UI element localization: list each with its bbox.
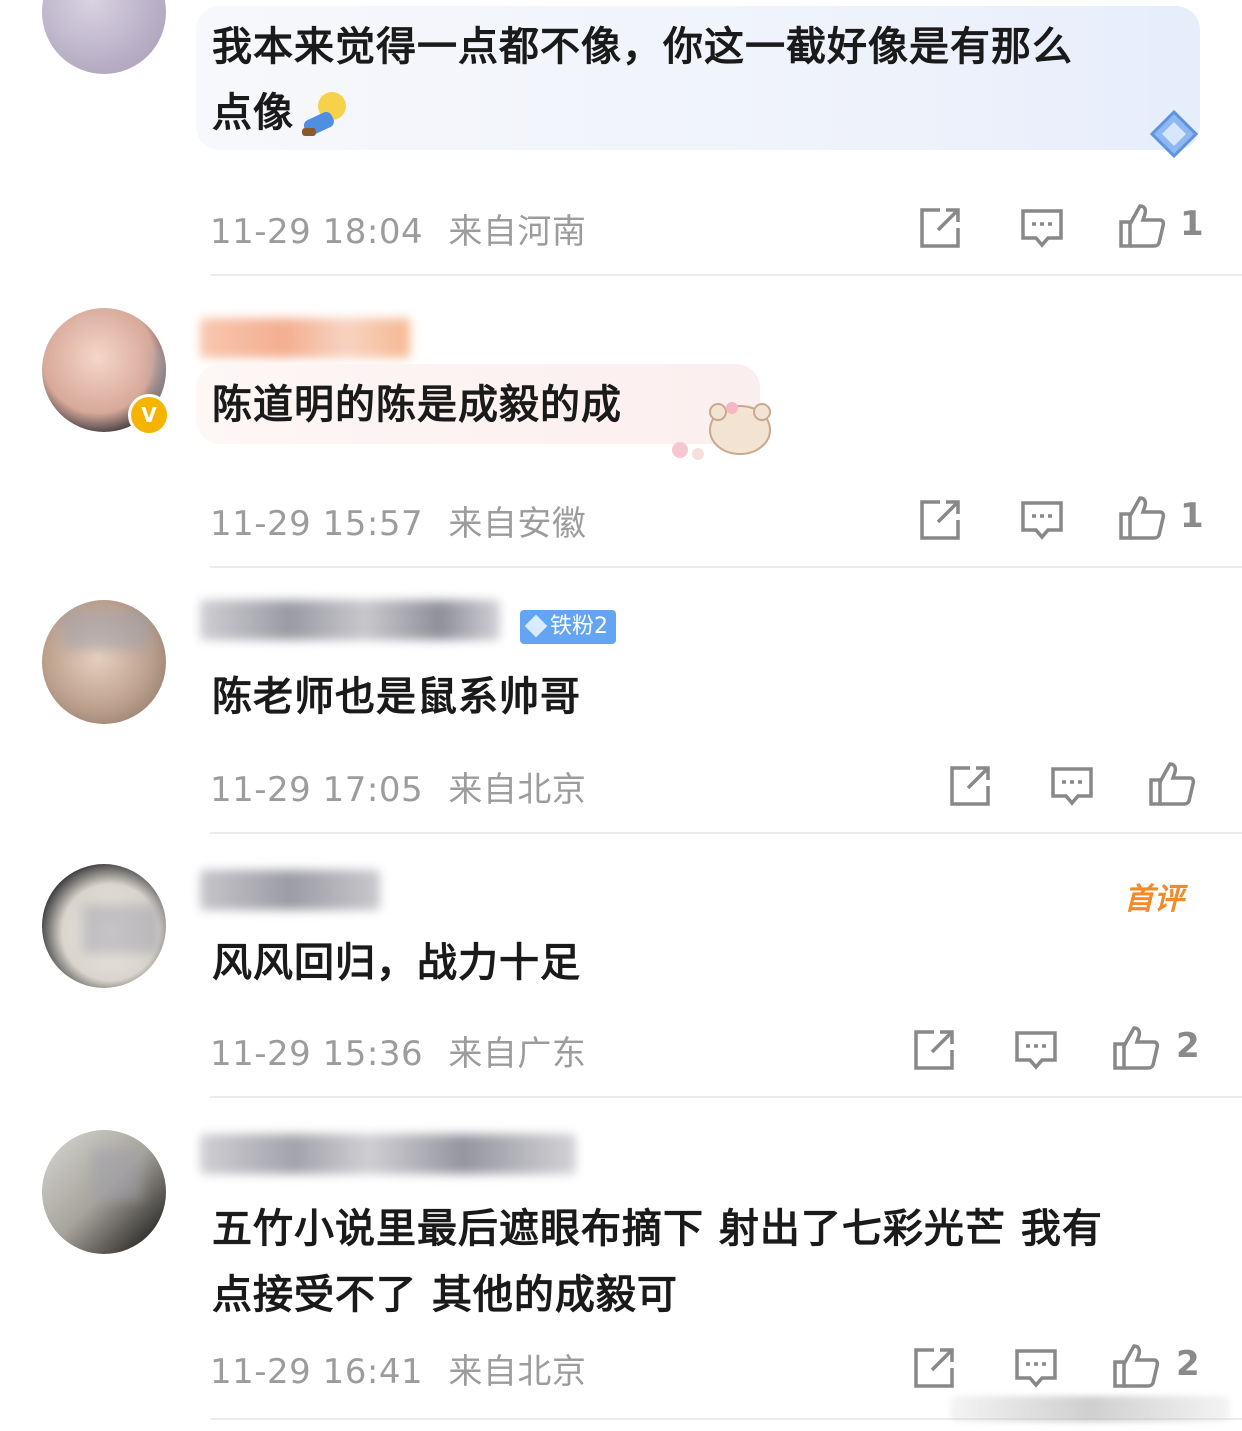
divider — [210, 566, 1242, 568]
fan-badge: 铁粉2 — [520, 610, 616, 644]
watermark-blurred — [950, 1396, 1230, 1422]
comment-location: 来自广东 — [448, 1034, 587, 1074]
share-icon[interactable] — [918, 498, 962, 542]
comment-text: 陈道明的陈是成毅的成 — [212, 382, 622, 428]
comment-text: 我本来觉得一点都不像，你这一截好像是有那么 点像 — [212, 14, 1073, 146]
comment-5: 五竹小说里最后遮眼布摘下 射出了七彩光芒 我有 点接受不了 其他的成毅可 11-… — [0, 1098, 1242, 1431]
comment-meta: 11-29 16:41 来自北京 — [210, 1344, 586, 1393]
comment-text: 风风回归，战力十足 — [212, 940, 581, 986]
comment-location: 来自北京 — [448, 770, 587, 810]
comment-icon[interactable] — [1014, 1028, 1058, 1072]
comment-icon[interactable] — [1050, 764, 1094, 808]
comment-1: 我本来觉得一点都不像，你这一截好像是有那么 点像 11-29 18:04 来自河… — [0, 0, 1242, 278]
comment-meta: 11-29 15:57 来自安徽 — [210, 496, 586, 545]
like-count: 2 — [1176, 1026, 1200, 1066]
comment-icon[interactable] — [1020, 206, 1064, 250]
diamond-icon — [524, 614, 548, 638]
comment-icon[interactable] — [1014, 1346, 1058, 1390]
thumbs-up-icon[interactable] — [1112, 1342, 1160, 1390]
comment-time: 11-29 16:41 — [210, 1352, 424, 1392]
comment-meta: 11-29 15:36 来自广东 — [210, 1026, 586, 1075]
comment-time: 11-29 18:04 — [210, 212, 424, 252]
diamond-decoration-icon — [1149, 109, 1199, 159]
avatar[interactable] — [42, 0, 166, 74]
sleeping-emoji-icon — [298, 88, 352, 142]
share-icon[interactable] — [912, 1346, 956, 1390]
comment-text: 五竹小说里最后遮眼布摘下 射出了七彩光芒 我有 点接受不了 其他的成毅可 — [212, 1206, 1103, 1318]
comment-location: 来自安徽 — [448, 504, 587, 544]
username-blurred[interactable] — [200, 600, 500, 640]
comment-time: 11-29 15:36 — [210, 1034, 424, 1074]
comment-location: 来自河南 — [448, 212, 587, 252]
avatar[interactable] — [42, 600, 166, 724]
username-blurred[interactable] — [200, 318, 410, 358]
share-icon[interactable] — [948, 764, 992, 808]
first-comment-badge: 首评 — [1124, 882, 1184, 917]
like-count: 1 — [1180, 204, 1204, 244]
username-blurred[interactable] — [200, 1134, 576, 1174]
avatar[interactable] — [42, 1130, 166, 1254]
comment-3: 铁粉2 陈老师也是鼠系帅哥 11-29 17:05 来自北京 — [0, 570, 1242, 834]
username-blurred[interactable] — [200, 870, 380, 910]
comment-icon[interactable] — [1020, 498, 1064, 542]
verified-badge-icon: V — [128, 394, 170, 436]
comment-text: 陈老师也是鼠系帅哥 — [212, 674, 581, 720]
comment-meta: 11-29 18:04 来自河南 — [210, 204, 586, 253]
share-icon[interactable] — [918, 206, 962, 250]
thumbs-up-icon[interactable] — [1148, 760, 1196, 808]
comment-time: 11-29 17:05 — [210, 770, 424, 810]
comment-4: 首评 风风回归，战力十足 11-29 15:36 来自广东 2 — [0, 834, 1242, 1098]
avatar[interactable] — [42, 864, 166, 988]
thumbs-up-icon[interactable] — [1118, 202, 1166, 250]
comment-time: 11-29 15:57 — [210, 504, 424, 544]
comment-2: V 陈道明的陈是成毅的成 11-29 15:57 来自安徽 1 — [0, 278, 1242, 570]
comment-meta: 11-29 17:05 来自北京 — [210, 762, 586, 811]
divider — [210, 274, 1242, 276]
thumbs-up-icon[interactable] — [1112, 1024, 1160, 1072]
bear-sticker-icon — [660, 398, 780, 468]
thumbs-up-icon[interactable] — [1118, 494, 1166, 542]
comment-location: 来自北京 — [448, 1352, 587, 1392]
share-icon[interactable] — [912, 1028, 956, 1072]
like-count: 2 — [1176, 1344, 1200, 1384]
like-count: 1 — [1180, 496, 1204, 536]
